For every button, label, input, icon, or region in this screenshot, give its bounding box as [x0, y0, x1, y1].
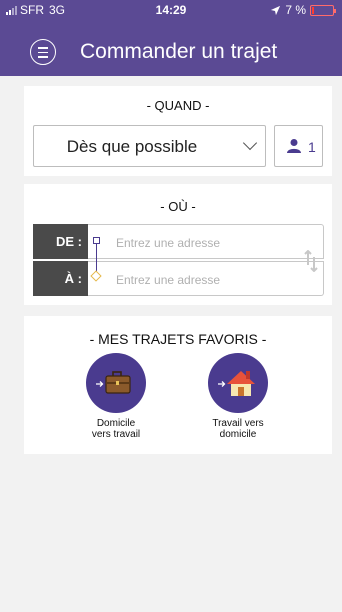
favorite-label-line2: domicile	[219, 429, 257, 440]
when-title: - QUAND -	[146, 98, 210, 113]
to-label: À :	[33, 261, 88, 296]
favorite-label-line1: Travail vers	[212, 418, 264, 429]
favorites-card: - MES TRAJETS FAVORIS - Domicile vers tr…	[24, 316, 332, 454]
favorite-work-to-home[interactable]: Travail vers domicile	[183, 353, 293, 440]
app-header: SFR 3G 14:29 7 % Commander un trajet	[0, 0, 342, 76]
departure-time-select[interactable]: Dès que possible	[33, 125, 266, 167]
battery-icon	[310, 4, 336, 16]
menu-icon[interactable]	[30, 39, 56, 65]
departure-time-value: Dès que possible	[66, 137, 198, 156]
when-card: - QUAND - Dès que possible 1	[24, 86, 332, 176]
chevron-down-icon	[242, 135, 258, 151]
origin-marker-icon	[93, 237, 100, 244]
to-address-placeholder: Entrez une adresse	[116, 273, 221, 287]
location-arrow-icon	[271, 5, 281, 15]
page-title: Commander un trajet	[80, 40, 278, 63]
from-address-input[interactable]: Entrez une adresse	[88, 224, 324, 259]
favorites-title: - MES TRAJETS FAVORIS -	[89, 331, 267, 347]
battery-percent: 7 %	[285, 3, 306, 17]
passenger-count: 1	[308, 139, 316, 155]
house-icon	[208, 353, 268, 413]
person-icon	[287, 139, 301, 153]
swap-addresses-icon[interactable]	[304, 250, 318, 272]
where-card: - OÙ - DE : Entrez une adresse À : Entre…	[24, 184, 332, 305]
where-title: - OÙ -	[160, 199, 196, 214]
to-address-input[interactable]: Entrez une adresse	[88, 261, 324, 296]
from-label: DE :	[33, 224, 88, 259]
favorite-home-to-work[interactable]: Domicile vers travail	[61, 353, 171, 440]
favorite-label-line2: vers travail	[91, 429, 141, 440]
passenger-count-button[interactable]: 1	[274, 125, 323, 167]
from-address-placeholder: Entrez une adresse	[116, 236, 221, 250]
status-bar: SFR 3G 14:29 7 %	[0, 0, 342, 20]
briefcase-icon	[86, 353, 146, 413]
favorite-label-line1: Domicile	[96, 418, 136, 429]
